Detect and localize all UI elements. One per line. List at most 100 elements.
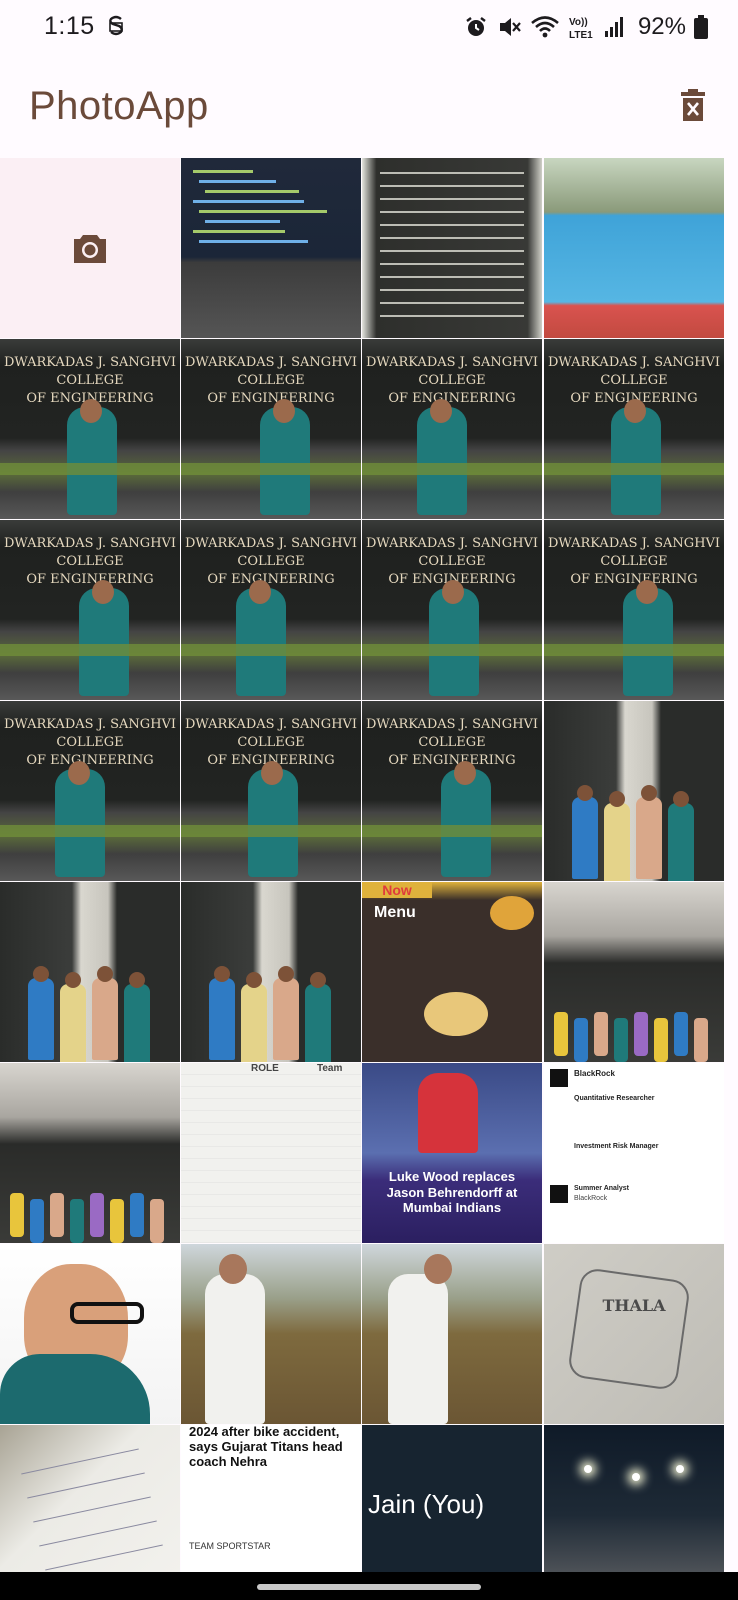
photo-college-9[interactable]: DWARKADAS J. SANGHVI COLLEGE OF ENGINEERIN…	[0, 701, 180, 881]
notebook-line	[21, 1448, 139, 1475]
sign-line-1: DWARKADAS J. SANGHVI	[365, 536, 539, 551]
menu-title: Menu	[374, 904, 416, 921]
svg-text:Vo)): Vo))	[569, 17, 588, 28]
photo-college-7[interactable]: DWARKADAS J. SANGHVI COLLEGE OF ENGINEERIN…	[362, 520, 542, 700]
photo-field-2[interactable]	[362, 1244, 542, 1424]
company-name: BlackRock	[574, 1069, 615, 1078]
photo-college-6[interactable]: DWARKADAS J. SANGHVI COLLEGE OF ENGINEERIN…	[181, 520, 361, 700]
photo-dark-text[interactable]: Jain (You)	[362, 1425, 542, 1572]
player-jersey	[418, 1073, 478, 1153]
sign-line-1: DWARKADAS J. SANGHVI	[184, 536, 358, 551]
role-title-2: Investment Risk Manager	[574, 1143, 659, 1150]
photo-friends-3[interactable]	[181, 882, 361, 1062]
person-head	[249, 580, 271, 604]
photo-college-1[interactable]: DWARKADAS J. SANGHVI COLLEGE OF ENGINEERIN…	[0, 339, 180, 519]
photo-friends-1[interactable]	[544, 701, 724, 881]
photo-menu[interactable]: Now Menu	[362, 882, 542, 1062]
plant-row	[362, 825, 542, 837]
person-head	[641, 785, 657, 801]
photo-night-street[interactable]	[544, 1425, 724, 1572]
article-source: TEAM SPORTSTAR	[189, 1541, 271, 1551]
person-figure	[594, 1012, 608, 1056]
sign-line-2: COLLEGE	[418, 373, 486, 388]
person-figure	[110, 1199, 124, 1243]
pasta-plate	[424, 992, 488, 1036]
photo-college-8[interactable]: DWARKADAS J. SANGHVI COLLEGE OF ENGINEERIN…	[544, 520, 724, 700]
list-col-header: Team	[317, 1063, 343, 1074]
photo-field-1[interactable]	[181, 1244, 361, 1424]
notebook-line	[45, 1544, 163, 1571]
sign-line-3: OF ENGINEERING	[388, 753, 516, 768]
sign-line-1: DWARKADAS J. SANGHVI	[184, 355, 358, 370]
person-white-outfit	[205, 1274, 265, 1424]
signal-icon	[604, 17, 623, 37]
photo-college-3[interactable]: DWARKADAS J. SANGHVI COLLEGE OF ENGINEERIN…	[362, 339, 542, 519]
person-figure	[28, 978, 54, 1060]
photo-friends-2[interactable]	[0, 882, 180, 1062]
photo-portrait[interactable]	[0, 1244, 180, 1424]
app-bar: PhotoApp	[0, 56, 738, 158]
person-head	[278, 966, 294, 982]
app-title: PhotoApp	[29, 84, 209, 128]
person-head	[219, 1254, 247, 1284]
person-figure	[70, 1199, 84, 1243]
code-line	[193, 230, 285, 233]
photo-college-11[interactable]: DWARKADAS J. SANGHVI COLLEGE OF ENGINEERIN…	[362, 701, 542, 881]
person-head	[430, 399, 452, 423]
role-title-3: Summer Analyst	[574, 1185, 629, 1192]
photo-printed-schedule[interactable]	[362, 158, 542, 338]
person-figure	[694, 1018, 708, 1062]
person-figure	[674, 1012, 688, 1056]
photo-college-2[interactable]: DWARKADAS J. SANGHVI COLLEGE OF ENGINEERIN…	[181, 339, 361, 519]
sign-line-2: COLLEGE	[56, 373, 124, 388]
photo-news-cricket[interactable]: Luke Wood replaces Jason Behrendorff at …	[362, 1063, 542, 1243]
person-figure	[67, 407, 117, 515]
person-figure	[636, 797, 662, 879]
sign-line-1: DWARKADAS J. SANGHVI	[365, 717, 539, 732]
alarm-icon	[466, 17, 486, 36]
sign-line-3: OF ENGINEERING	[388, 391, 516, 406]
plant-row	[181, 644, 361, 656]
battery-icon	[694, 15, 708, 39]
person-head	[214, 966, 230, 982]
photo-notebook[interactable]	[0, 1425, 180, 1572]
street-light	[632, 1473, 640, 1481]
delete-all-button[interactable]	[676, 86, 710, 124]
photo-linkedin[interactable]: BlackRock Quantitative Researcher Investme…	[544, 1063, 724, 1243]
sign-line-1: DWARKADAS J. SANGHVI	[365, 355, 539, 370]
photo-wall-drawing[interactable]: THALA	[544, 1244, 724, 1424]
photo-group-1[interactable]	[544, 882, 724, 1062]
photo-team-list[interactable]: ROLE Team	[181, 1063, 361, 1243]
home-gesture-handle[interactable]	[257, 1584, 481, 1590]
person-head	[624, 399, 646, 423]
status-time: 1:15	[44, 12, 95, 40]
sign-line-3: OF ENGINEERING	[26, 572, 154, 587]
person-figure	[554, 1012, 568, 1056]
volte-icon: Vo)) LTE1	[569, 17, 593, 40]
person-head	[609, 791, 625, 807]
company-name-2: BlackRock	[574, 1195, 608, 1202]
photo-college-4[interactable]: DWARKADAS J. SANGHVI COLLEGE OF ENGINEERIN…	[544, 339, 724, 519]
photo-swimming-pool[interactable]	[544, 158, 724, 338]
camera-button[interactable]	[0, 158, 180, 338]
street-light	[584, 1465, 592, 1473]
photo-college-10[interactable]: DWARKADAS J. SANGHVI COLLEGE OF ENGINEERIN…	[181, 701, 361, 881]
wall-sketch	[566, 1266, 692, 1392]
person-head	[33, 966, 49, 982]
code-line	[199, 240, 308, 243]
sign-line-1: DWARKADAS J. SANGHVI	[547, 536, 721, 551]
photo-article[interactable]: 2024 after bike accident, says Gujarat T…	[181, 1425, 361, 1572]
plant-row	[362, 644, 542, 656]
person-head	[97, 966, 113, 982]
photo-laptop-code[interactable]	[181, 158, 361, 338]
sign-line-3: OF ENGINEERING	[207, 572, 335, 587]
schedule-line	[380, 250, 524, 252]
photo-college-5[interactable]: DWARKADAS J. SANGHVI COLLEGE OF ENGINEERIN…	[0, 520, 180, 700]
dark-text: Jain (You)	[368, 1489, 485, 1519]
sign-line-2: COLLEGE	[237, 373, 305, 388]
person-figure	[604, 803, 630, 881]
person-figure	[30, 1199, 44, 1243]
sign-line-2: COLLEGE	[600, 373, 668, 388]
plant-row	[544, 463, 724, 475]
photo-group-2[interactable]	[0, 1063, 180, 1243]
